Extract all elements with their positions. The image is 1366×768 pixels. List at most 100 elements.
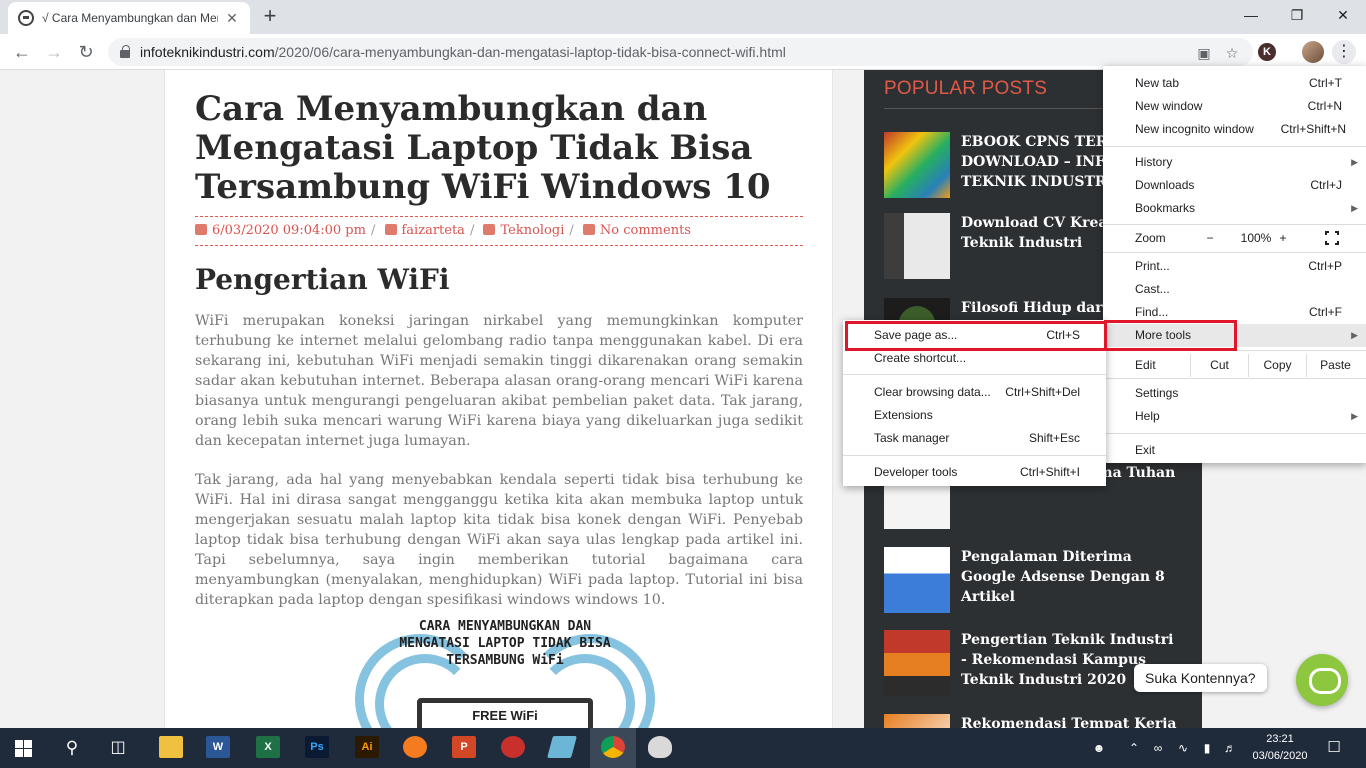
menu-label: Exit xyxy=(1135,443,1156,457)
clock-date: 03/06/2020 xyxy=(1252,750,1308,762)
notification-icon[interactable]: ☐ xyxy=(1322,728,1346,768)
menu-item-print[interactable]: Print... Ctrl+P xyxy=(1103,255,1366,278)
tab-bar: √ Cara Menyambungkan dan Mengatasi Lapto… xyxy=(0,0,1366,34)
excel-icon[interactable]: X xyxy=(256,736,280,758)
fullscreen-icon[interactable] xyxy=(1324,230,1340,246)
menu-separator xyxy=(1103,378,1366,379)
menu-item-new-incognito-window[interactable]: New incognito window Ctrl+Shift+N xyxy=(1103,118,1366,141)
menu-item-downloads[interactable]: Downloads Ctrl+J xyxy=(1103,174,1366,197)
menu-label: Zoom xyxy=(1135,231,1166,245)
paint-icon[interactable] xyxy=(648,736,672,758)
minimize-icon[interactable]: — xyxy=(1228,0,1274,30)
menu-separator xyxy=(1103,146,1366,147)
reload-icon[interactable]: ↻ xyxy=(72,38,100,66)
menu-item-settings[interactable]: Settings xyxy=(1103,382,1366,405)
forward-arrow-icon[interactable]: → xyxy=(40,38,68,66)
volume-icon[interactable]: ♬ xyxy=(1220,728,1240,768)
menu-shortcut: Ctrl+Shift+I xyxy=(1019,465,1080,479)
menu-item-help[interactable]: Help ▶ xyxy=(1103,405,1366,428)
menu-item-clear-browsing-data[interactable]: Clear browsing data... Ctrl+Shift+Del xyxy=(843,381,1106,404)
menu-item-extensions[interactable]: Extensions xyxy=(843,404,1106,427)
post-author[interactable]: faizarteta xyxy=(402,223,465,238)
menu-label: Cast... xyxy=(1135,282,1170,296)
post-title[interactable]: Rekomendasi Tempat Kerja xyxy=(961,714,1181,728)
menu-shortcut: Ctrl+J xyxy=(1310,178,1342,192)
chat-bubble-icon[interactable] xyxy=(1296,654,1348,706)
notes-app-icon[interactable] xyxy=(547,736,577,758)
post-meta: 6/03/2020 09:04:00 pm / faizarteta / Tekno… xyxy=(195,216,803,246)
article-column: Cara Menyambungkan dan Mengatasi Laptop … xyxy=(164,70,833,728)
menu-item-new-tab[interactable]: New tab Ctrl+T xyxy=(1103,72,1366,95)
chrome-icon[interactable] xyxy=(601,736,625,758)
post-comments[interactable]: No comments xyxy=(600,223,691,238)
address-bar[interactable]: infoteknikindustri.com/2020/06/cara-meny… xyxy=(108,38,1253,66)
menu-item-developer-tools[interactable]: Developer tools Ctrl+Shift+I xyxy=(843,461,1106,484)
tab-active[interactable]: √ Cara Menyambungkan dan Mengatasi Lapto… xyxy=(8,2,250,34)
highlight-box-more-tools xyxy=(1104,320,1237,351)
paste-button[interactable]: Paste xyxy=(1306,354,1364,377)
file-explorer-icon[interactable] xyxy=(159,736,183,758)
bookmark-star-icon[interactable]: ☆ xyxy=(1223,44,1241,62)
menu-item-history[interactable]: History ▶ xyxy=(1103,151,1366,174)
menu-item-exit[interactable]: Exit xyxy=(1103,439,1366,462)
popular-post-item[interactable]: Rekomendasi Tempat Kerja xyxy=(884,714,1184,728)
powerpoint-icon[interactable]: P xyxy=(452,736,476,758)
tab-close-icon[interactable]: ✕ xyxy=(224,10,240,27)
windows-taskbar: ⚲ ◫ W X Ps Ai P ☻ ⌃ ∞ ∿ ▮ ♬ 23:21 03/06/… xyxy=(0,728,1366,768)
zoom-out-button[interactable]: − xyxy=(1192,227,1228,250)
chrome-main-menu: New tab Ctrl+T New window Ctrl+N New incog… xyxy=(1103,66,1366,463)
post-thumbnail xyxy=(884,714,950,728)
photoshop-icon[interactable]: Ps xyxy=(305,736,329,758)
cut-button[interactable]: Cut xyxy=(1190,354,1248,377)
chat-prompt[interactable]: Suka Kontennya? xyxy=(1134,664,1267,692)
article-title: Cara Menyambungkan dan Mengatasi Laptop … xyxy=(195,89,771,207)
submenu-arrow-icon: ▶ xyxy=(1351,411,1358,421)
browser-toolbar: ← → ↻ infoteknikindustri.com/2020/06/car… xyxy=(0,34,1366,70)
window-close-icon[interactable]: ✕ xyxy=(1320,0,1366,30)
search-icon[interactable]: ⚲ xyxy=(58,728,86,768)
wifi-icon[interactable]: ∿ xyxy=(1173,728,1193,768)
word-icon[interactable]: W xyxy=(206,736,230,758)
extension-k-icon[interactable]: K xyxy=(1258,43,1276,61)
app-icon[interactable] xyxy=(501,736,525,758)
post-thumbnail xyxy=(884,630,950,696)
menu-shortcut: Ctrl+Shift+Del xyxy=(1005,385,1080,399)
chrome-menu-kebab-icon[interactable]: ⋮ xyxy=(1332,40,1356,64)
illustrator-icon[interactable]: Ai xyxy=(355,736,379,758)
menu-label: Find... xyxy=(1135,305,1169,319)
show-hidden-icons-chevron-icon[interactable]: ⌃ xyxy=(1124,728,1144,768)
url-host: infoteknikindustri.com xyxy=(140,44,275,60)
post-title[interactable]: Pengalaman Diterima Google Adsense Denga… xyxy=(961,547,1181,607)
menu-shortcut: Ctrl+T xyxy=(1309,76,1342,90)
menu-shortcut: Ctrl+N xyxy=(1307,99,1342,113)
menu-item-cast[interactable]: Cast... xyxy=(1103,278,1366,301)
network-link-icon[interactable]: ∞ xyxy=(1148,728,1168,768)
post-category[interactable]: Teknologi xyxy=(500,223,564,238)
battery-icon[interactable]: ▮ xyxy=(1197,728,1217,768)
post-thumbnail xyxy=(884,547,950,613)
windows-start-icon[interactable] xyxy=(15,740,32,757)
menu-label: History xyxy=(1135,155,1173,169)
menu-item-new-window[interactable]: New window Ctrl+N xyxy=(1103,95,1366,118)
back-arrow-icon[interactable]: ← xyxy=(8,38,36,66)
new-tab-button[interactable]: + xyxy=(258,5,282,29)
zoom-in-button[interactable]: + xyxy=(1265,227,1301,250)
people-icon[interactable]: ☻ xyxy=(1088,728,1110,768)
comment-icon xyxy=(582,224,595,235)
restore-icon[interactable]: ❐ xyxy=(1274,0,1320,30)
copy-button[interactable]: Copy xyxy=(1248,354,1306,377)
profile-avatar[interactable] xyxy=(1302,41,1324,63)
url-path: /2020/06/cara-menyambungkan-dan-mengatas… xyxy=(274,44,786,60)
uc-browser-icon[interactable] xyxy=(403,736,427,758)
translate-icon[interactable]: ▣ xyxy=(1195,44,1213,62)
post-date[interactable]: 6/03/2020 09:04:00 pm xyxy=(212,223,366,238)
popular-post-item[interactable]: Pengalaman Diterima Google Adsense Denga… xyxy=(884,547,1184,613)
menu-shortcut: Ctrl+P xyxy=(1308,259,1342,273)
menu-label: Task manager xyxy=(874,431,950,445)
task-view-icon[interactable]: ◫ xyxy=(104,728,132,768)
article-hero-image: CARA MENYAMBUNGKAN DAN MENGATASI LAPTOP … xyxy=(355,616,655,728)
menu-separator xyxy=(843,374,1106,375)
system-clock[interactable]: 23:21 03/06/2020 xyxy=(1248,731,1312,765)
menu-item-bookmarks[interactable]: Bookmarks ▶ xyxy=(1103,197,1366,220)
menu-item-task-manager[interactable]: Task manager Shift+Esc xyxy=(843,427,1106,450)
